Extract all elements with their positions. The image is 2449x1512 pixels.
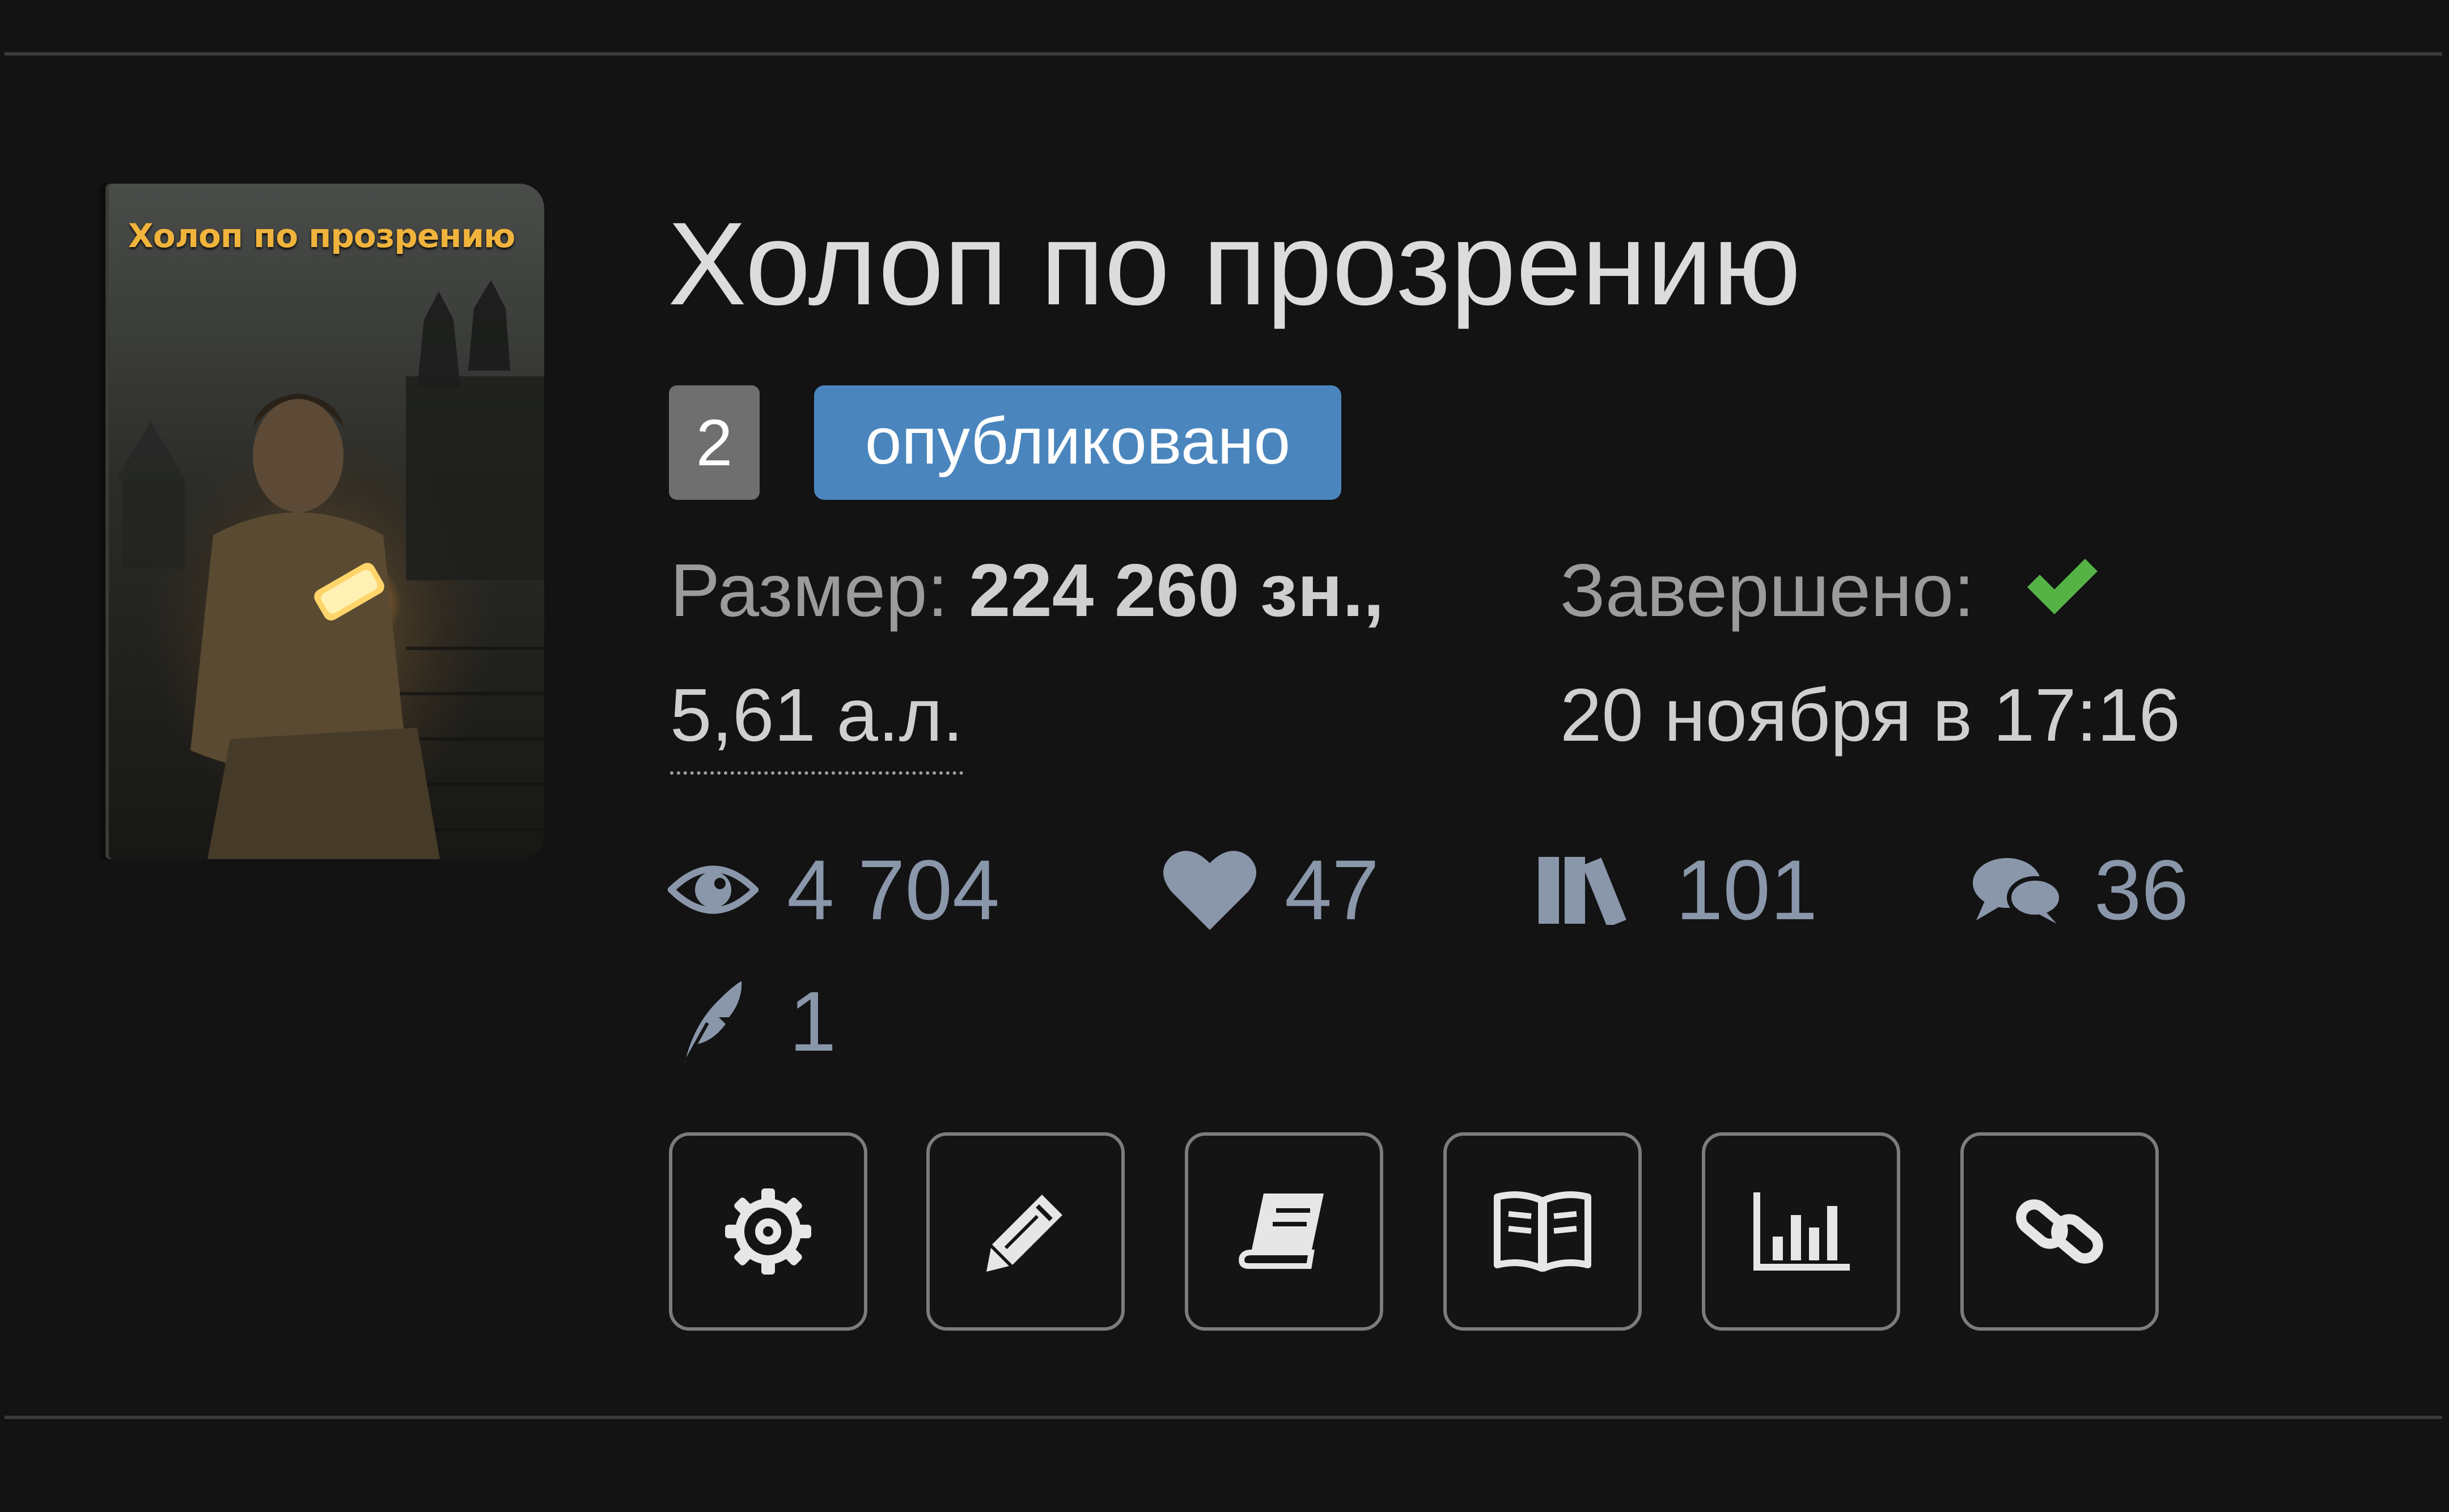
completed-info: Завершено:	[1560, 553, 1975, 628]
edit-button[interactable]	[926, 1132, 1125, 1331]
book-title[interactable]: Холоп по прозрению	[668, 205, 1801, 323]
book-card: Холоп по прозрению Холоп по прозрению 2 …	[0, 0, 2449, 1512]
comments-count: 36	[2094, 842, 2189, 937]
cover-art	[117, 280, 544, 859]
cover-title: Холоп по прозрению	[128, 216, 515, 255]
views-count: 4 704	[787, 842, 1000, 937]
stat-likes: 47	[1163, 844, 1379, 935]
eye-icon	[668, 865, 759, 914]
settings-button[interactable]	[669, 1132, 867, 1331]
libraries-count: 101	[1676, 842, 1818, 937]
pencil-icon	[986, 1195, 1062, 1272]
bar-chart-icon	[1753, 1192, 1850, 1271]
stat-libraries[interactable]: 101	[1537, 844, 1817, 935]
bottom-divider	[5, 1416, 2442, 1419]
likes-count: 47	[1285, 842, 1379, 937]
top-divider	[5, 52, 2442, 56]
heart-icon	[1163, 851, 1256, 930]
feather-icon	[684, 981, 742, 1063]
link-icon	[2016, 1199, 2103, 1264]
book-cover[interactable]: Холоп по прозрению	[100, 184, 544, 859]
gear-icon	[725, 1188, 811, 1275]
book-button[interactable]	[1185, 1132, 1383, 1331]
rewards-count: 1	[789, 974, 837, 1069]
book-icon	[1239, 1194, 1324, 1269]
stat-comments[interactable]: 36	[1972, 844, 2189, 935]
size-info: Размер: 224 260 зн.,	[670, 553, 1384, 628]
completed-date: 20 ноября в 17:16	[1560, 673, 2181, 757]
check-icon	[2027, 559, 2098, 614]
status-badge: опубликовано	[814, 385, 1341, 500]
size-sheets[interactable]: 5,61 а.л.	[670, 673, 964, 775]
size-label: Размер:	[670, 549, 948, 632]
open-book-icon	[1494, 1191, 1591, 1272]
size-chars: 224 260 зн.,	[969, 549, 1384, 632]
books-icon	[1539, 857, 1626, 925]
stat-views: 4 704	[668, 844, 999, 935]
size-sheets-line: 5,61 а.л.	[670, 673, 964, 775]
link-button[interactable]	[1960, 1132, 2159, 1331]
completed-label: Завершено:	[1560, 549, 1975, 632]
comments-icon	[1973, 858, 2062, 924]
stat-rewards: 1	[673, 976, 836, 1067]
number-badge: 2	[669, 385, 760, 500]
read-button[interactable]	[1443, 1132, 1642, 1331]
statistics-button[interactable]	[1702, 1132, 1900, 1331]
